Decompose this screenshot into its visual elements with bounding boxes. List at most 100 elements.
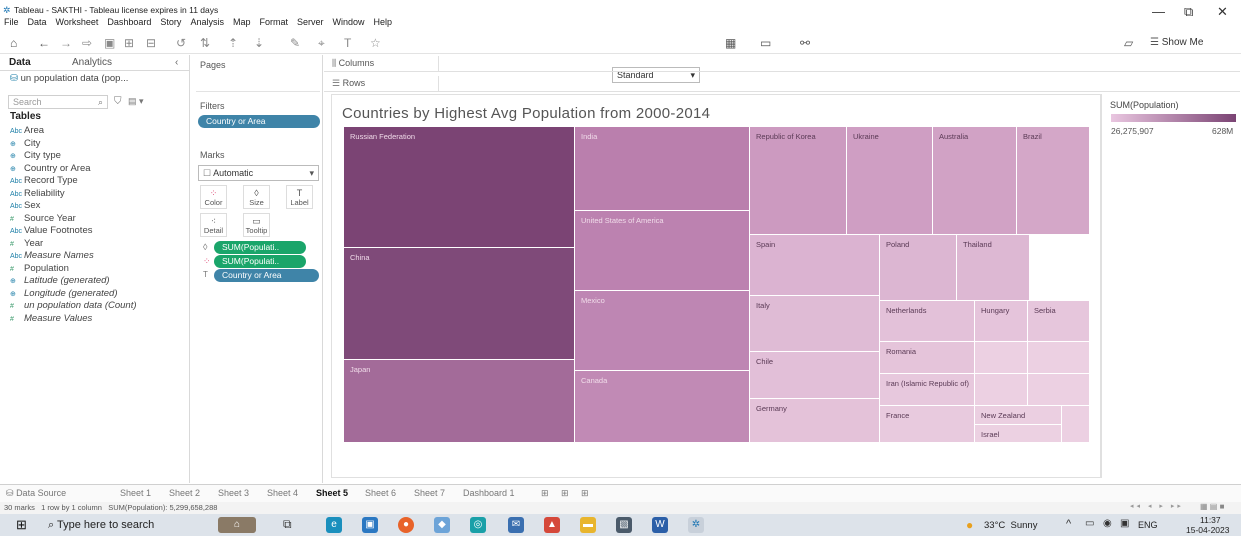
show-cards-icon[interactable]: ▦ (725, 36, 736, 50)
group-icon[interactable]: ⌖ (318, 36, 325, 51)
treemap-cell[interactable] (1028, 374, 1090, 406)
label-pill-country[interactable]: Country or Area (214, 269, 319, 282)
sheet-tab[interactable]: Sheet 5 (316, 488, 348, 498)
field-item[interactable]: # Source Year (10, 213, 188, 226)
sort-desc-icon[interactable]: ⇣ (254, 36, 264, 50)
size-pill-population[interactable]: SUM(Populati.. (214, 241, 306, 254)
color-button[interactable]: ⁘ Color (200, 185, 227, 209)
forward-icon[interactable]: → (60, 36, 72, 50)
field-item[interactable]: # Year (10, 238, 188, 251)
treemap-cell[interactable]: Spain (750, 235, 880, 296)
tab-analytics[interactable]: Analytics (72, 57, 112, 68)
field-item[interactable]: ⊕ Longitude (generated) (10, 288, 188, 301)
windows-start-icon[interactable]: ⊞ (16, 517, 27, 533)
treemap-cell[interactable]: Italy (750, 296, 880, 352)
color-pill-population[interactable]: SUM(Populati.. (214, 255, 306, 268)
network-icon[interactable]: ▭ (1085, 518, 1094, 529)
treemap-cell[interactable] (975, 342, 1028, 374)
new-worksheet-icon[interactable]: ⊞ (541, 488, 549, 499)
label-button[interactable]: T Label (286, 185, 313, 209)
menu-analysis[interactable]: Analysis (190, 17, 224, 27)
edge-icon[interactable]: e (326, 517, 342, 533)
menu-story[interactable]: Story (160, 17, 181, 27)
sheet-tab[interactable]: Sheet 3 (218, 488, 249, 498)
treemap-cell[interactable]: Israel (975, 425, 1062, 443)
new-story-icon[interactable]: ⊞ (581, 488, 589, 499)
maximize-icon[interactable]: ⧉ (1184, 4, 1193, 20)
share-icon[interactable]: ⚯ (800, 36, 810, 50)
treemap-cell[interactable]: Mexico (575, 291, 750, 371)
treemap-cell[interactable]: Republic of Korea (750, 127, 847, 235)
field-item[interactable]: # Population (10, 263, 188, 276)
tooltip-button[interactable]: ▭ Tooltip (243, 213, 270, 237)
treemap-cell[interactable]: Russian Federation (344, 127, 575, 248)
treemap-cell[interactable]: Chile (750, 352, 880, 399)
menu-help[interactable]: Help (374, 17, 393, 27)
menu-file[interactable]: File (4, 17, 19, 27)
field-item[interactable]: ⊕ Latitude (generated) (10, 275, 188, 288)
mail-icon[interactable]: ✉ (508, 517, 524, 533)
tray-chevron-icon[interactable]: ^ (1066, 518, 1071, 530)
menu-map[interactable]: Map (233, 17, 251, 27)
field-item[interactable]: ⊕ Country or Area (10, 163, 188, 176)
menu-window[interactable]: Window (333, 17, 365, 27)
treemap-cell[interactable]: France (880, 406, 975, 443)
new-worksheet-icon[interactable]: ⊟ (146, 36, 156, 50)
rows-shelf[interactable]: ☰ Rows (324, 76, 1240, 92)
word-icon[interactable]: W (652, 517, 668, 533)
detail-button[interactable]: ⁖ Detail (200, 213, 227, 237)
field-item[interactable]: Abc Reliability (10, 188, 188, 201)
sheet-tab[interactable]: Sheet 2 (169, 488, 200, 498)
weather-text[interactable]: 33°C Sunny (984, 520, 1037, 531)
treemap-cell[interactable]: Hungary (975, 301, 1028, 342)
menu-data[interactable]: Data (28, 17, 47, 27)
filter-pill-country[interactable]: Country or Area (198, 115, 320, 128)
sort-asc-icon[interactable]: ⇡ (228, 36, 238, 50)
sheet-tab[interactable]: Sheet 1 (120, 488, 151, 498)
city-widget-icon[interactable]: ⌂ (218, 517, 256, 533)
presentation-icon[interactable]: ▭ (760, 36, 771, 50)
connect-icon[interactable]: ⇨ (82, 36, 92, 50)
clock-date[interactable]: 15-04-2023 (1186, 525, 1229, 535)
sheet-tab[interactable]: Sheet 7 (414, 488, 445, 498)
treemap-cell[interactable]: Serbia (1028, 301, 1090, 342)
legend-gradient[interactable] (1111, 114, 1236, 122)
taskbar-search[interactable]: ⌕ Type here to search (48, 516, 200, 534)
treemap-cell[interactable]: Iran (Islamic Republic of) (880, 374, 975, 406)
field-item[interactable]: # Measure Values (10, 313, 188, 326)
sheet-tab[interactable]: Sheet 6 (365, 488, 396, 498)
app2-icon[interactable]: ▧ (616, 517, 632, 533)
treemap-cell[interactable]: Australia (933, 127, 1017, 235)
field-item[interactable]: ⊕ City type (10, 150, 188, 163)
back-icon[interactable]: ← (38, 36, 50, 50)
field-item[interactable]: Abc Sex (10, 200, 188, 213)
new-dashboard-icon[interactable]: ⊞ (561, 488, 569, 499)
treemap-cell[interactable]: United States of America (575, 211, 750, 291)
chrome-icon[interactable]: ◎ (470, 517, 486, 533)
field-item[interactable]: Abc Record Type (10, 175, 188, 188)
volume-icon[interactable]: ◉ (1103, 518, 1112, 529)
clock-time[interactable]: 11:37 (1200, 515, 1221, 525)
treemap-cell[interactable]: Germany (750, 399, 880, 443)
app-icon[interactable]: ◆ (434, 517, 450, 533)
fix-axes-icon[interactable]: ☆ (370, 36, 381, 50)
treemap-cell[interactable] (1028, 342, 1090, 374)
collapse-pane-icon[interactable]: ‹ (175, 57, 178, 68)
highlight-icon[interactable]: ✎ (290, 36, 300, 50)
treemap-cell[interactable]: Romania (880, 342, 975, 374)
treemap-cell[interactable] (1062, 406, 1090, 443)
minimize-icon[interactable]: — (1152, 4, 1165, 19)
field-search-input[interactable]: Search ⌕ (8, 95, 108, 109)
new-datasource-icon[interactable]: ⊞ (124, 36, 134, 50)
size-button[interactable]: ◊ Size (243, 185, 270, 209)
language-indicator[interactable]: ENG (1138, 520, 1158, 530)
menu-format[interactable]: Format (259, 17, 288, 27)
home-icon[interactable]: ⌂ (10, 36, 17, 50)
label-icon[interactable]: T (344, 36, 351, 50)
show-me-button[interactable]: ☰ Show Me (1150, 37, 1203, 48)
tableau-taskbar-icon[interactable]: ✲ (688, 517, 704, 533)
save-icon[interactable]: ▣ (104, 36, 115, 50)
menu-dashboard[interactable]: Dashboard (107, 17, 151, 27)
field-item[interactable]: # un population data (Count) (10, 300, 188, 313)
sheet-tab[interactable]: Dashboard 1 (463, 488, 515, 498)
